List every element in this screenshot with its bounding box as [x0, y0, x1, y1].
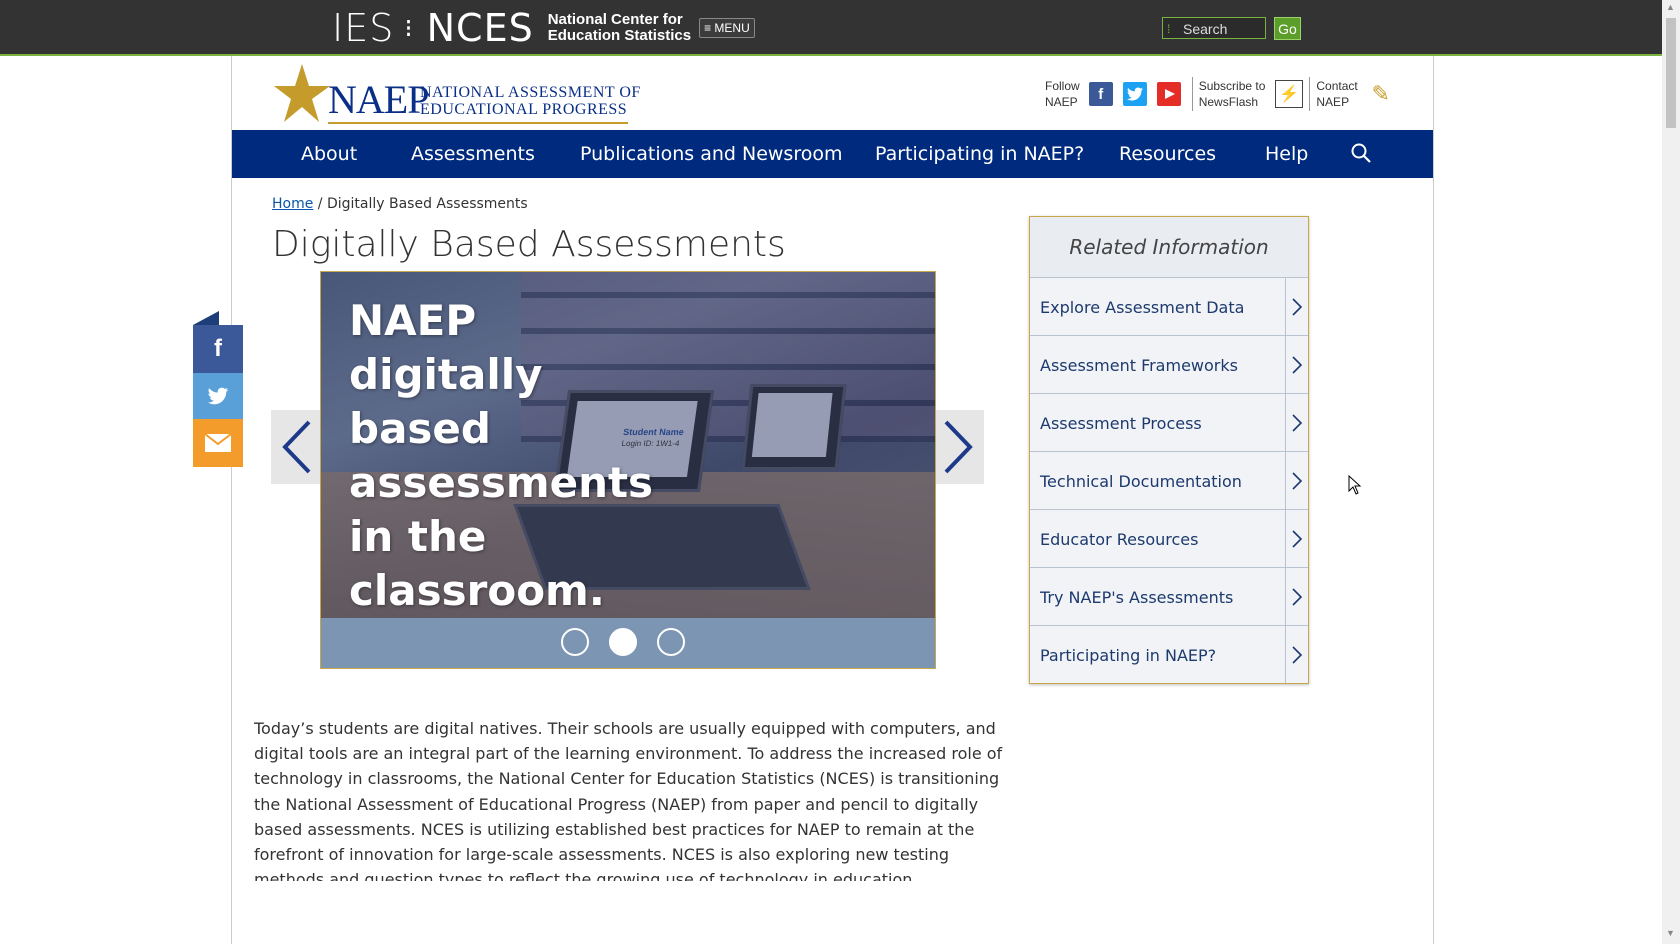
chevron-right-icon [1285, 278, 1308, 335]
chevron-right-icon [944, 420, 973, 474]
ies-separator-icon: ⁝ [404, 12, 413, 43]
scrollbar[interactable]: ▲ ▼ [1662, 0, 1680, 944]
naep-logo-word: NAEP [328, 77, 429, 122]
subscribe-label[interactable]: Subscribe to NewsFlash [1199, 78, 1266, 110]
ies-top-bar: IES ⁝ NCES National Center for Education… [0, 0, 1662, 56]
related-item-explore-data[interactable]: Explore Assessment Data [1030, 278, 1308, 336]
scroll-down-icon[interactable]: ▼ [1666, 928, 1675, 938]
related-item-label: Explore Assessment Data [1040, 298, 1245, 317]
carousel-dot-1[interactable] [561, 628, 589, 656]
related-information-panel: Related Information Explore Assessment D… [1029, 216, 1309, 684]
share-twitter-icon[interactable] [193, 373, 243, 419]
related-item-label: Try NAEP's Assessments [1040, 588, 1234, 607]
related-item-technical-documentation[interactable]: Technical Documentation [1030, 452, 1308, 510]
subscribe-line2: NewsFlash [1198, 95, 1259, 109]
twitter-icon[interactable] [1122, 82, 1147, 106]
contact-line1: Contact [1316, 79, 1358, 93]
chevron-right-icon [1285, 510, 1308, 567]
carousel-dots [321, 618, 935, 668]
star-icon [274, 64, 330, 122]
search-icon: ⁞ [1167, 22, 1171, 36]
related-item-label: Educator Resources [1040, 530, 1199, 549]
related-item-try-assessments[interactable]: Try NAEP's Assessments [1030, 568, 1308, 626]
chevron-right-icon [1285, 452, 1308, 509]
follow-line2: NAEP [1045, 95, 1078, 109]
header-divider [1309, 77, 1311, 111]
nav-item-about[interactable]: About [301, 143, 357, 165]
go-button[interactable]: Go [1274, 17, 1301, 40]
related-item-educator-resources[interactable]: Educator Resources [1030, 510, 1308, 568]
header-divider [1191, 77, 1193, 111]
nces-full-line2: Education Statistics [547, 27, 692, 44]
facebook-icon[interactable]: f [1088, 82, 1113, 106]
carousel-next-button[interactable] [934, 410, 984, 484]
nces-full-name: National Center for Education Statistics [548, 12, 691, 44]
related-item-participating[interactable]: Participating in NAEP? [1030, 626, 1308, 683]
newsflash-icon[interactable]: ⚡ [1275, 80, 1304, 108]
intro-paragraph: Today’s students are digital natives. Th… [254, 719, 1003, 881]
carousel-prev-button[interactable] [271, 410, 321, 484]
naep-logo[interactable]: NAEP NATIONAL ASSESSMENT OF EDUCATIONAL … [272, 62, 642, 124]
contact-label[interactable]: Contact NAEP [1316, 78, 1357, 110]
contact-line2: NAEP [1316, 95, 1350, 109]
naep-logo-subtitle: NATIONAL ASSESSMENT OF EDUCATIONAL PROGR… [420, 84, 641, 118]
logo-underline [328, 122, 628, 124]
related-item-frameworks[interactable]: Assessment Frameworks [1030, 336, 1308, 394]
scroll-up-icon[interactable]: ▲ [1666, 2, 1675, 12]
twitter-bird-icon [207, 387, 229, 405]
chevron-right-icon [1285, 568, 1308, 625]
chevron-right-icon [1285, 626, 1308, 683]
nces-logo-text: NCES [426, 6, 534, 50]
search-input[interactable]: ⁞ Search [1162, 17, 1266, 39]
youtube-play-icon [1164, 89, 1175, 99]
ies-logo-text: IES [332, 6, 395, 50]
follow-line1: Follow [1045, 79, 1080, 93]
related-item-label: Assessment Process [1040, 414, 1202, 433]
twitter-bird-icon [1126, 87, 1143, 101]
envelope-icon [204, 433, 232, 452]
chevron-left-icon [282, 420, 311, 474]
contact-icon[interactable]: ✎ [1368, 81, 1394, 107]
related-item-label: Technical Documentation [1040, 472, 1242, 491]
breadcrumb-current: Digitally Based Assessments [326, 196, 528, 212]
youtube-icon[interactable] [1156, 82, 1181, 106]
carousel-slide-image: Student Name Login ID: 1W1-4 NAEP digita… [321, 272, 935, 618]
nav-item-participating[interactable]: Participating in NAEP? [875, 143, 1084, 165]
carousel-dot-2[interactable] [609, 628, 637, 656]
related-item-process[interactable]: Assessment Process [1030, 394, 1308, 452]
share-sidebar: f [193, 311, 243, 467]
nav-item-publications[interactable]: Publications and Newsroom [580, 143, 842, 165]
share-facebook-icon[interactable]: f [193, 325, 243, 373]
nces-full-line1: National Center for [547, 11, 683, 28]
nav-item-assessments[interactable]: Assessments [411, 143, 535, 165]
share-tab [193, 311, 219, 325]
mouse-cursor-icon [1348, 475, 1362, 495]
nav-search-icon[interactable] [1350, 142, 1372, 164]
subscribe-line1: Subscribe to [1198, 79, 1266, 93]
related-information-title: Related Information [1030, 217, 1308, 278]
nav-item-resources[interactable]: Resources [1119, 143, 1216, 165]
carousel-dot-3[interactable] [657, 628, 685, 656]
ies-nces-logo[interactable]: IES ⁝ NCES National Center for Education… [332, 6, 755, 50]
related-item-label: Assessment Frameworks [1040, 356, 1238, 375]
slide-caption: NAEP digitally based assessments in the … [349, 296, 654, 615]
nav-item-help[interactable]: Help [1265, 143, 1308, 165]
image-carousel[interactable]: Student Name Login ID: 1W1-4 NAEP digita… [320, 271, 936, 669]
page-title: Digitally Based Assessments [272, 224, 786, 265]
breadcrumb-separator: / [317, 196, 323, 212]
breadcrumb: Home / Digitally Based Assessments [272, 196, 528, 212]
follow-label: Follow NAEP [1045, 78, 1080, 110]
main-nav: About Assessments Publications and Newsr… [232, 130, 1433, 178]
scroll-thumb[interactable] [1666, 18, 1676, 128]
chevron-right-icon [1285, 394, 1308, 451]
share-email-icon[interactable] [193, 419, 243, 467]
search-placeholder: Search [1183, 21, 1228, 37]
naep-logo-sub-line2: EDUCATIONAL PROGRESS [420, 101, 628, 118]
chevron-right-icon [1285, 336, 1308, 393]
naep-logo-sub-line1: NATIONAL ASSESSMENT OF [420, 84, 641, 101]
menu-button[interactable]: ≡ MENU [699, 18, 755, 38]
header-links: Follow NAEP f Subscribe to NewsFlash ⚡ C… [1045, 74, 1394, 114]
related-item-label: Participating in NAEP? [1040, 646, 1217, 665]
breadcrumb-home-link[interactable]: Home [272, 196, 313, 212]
